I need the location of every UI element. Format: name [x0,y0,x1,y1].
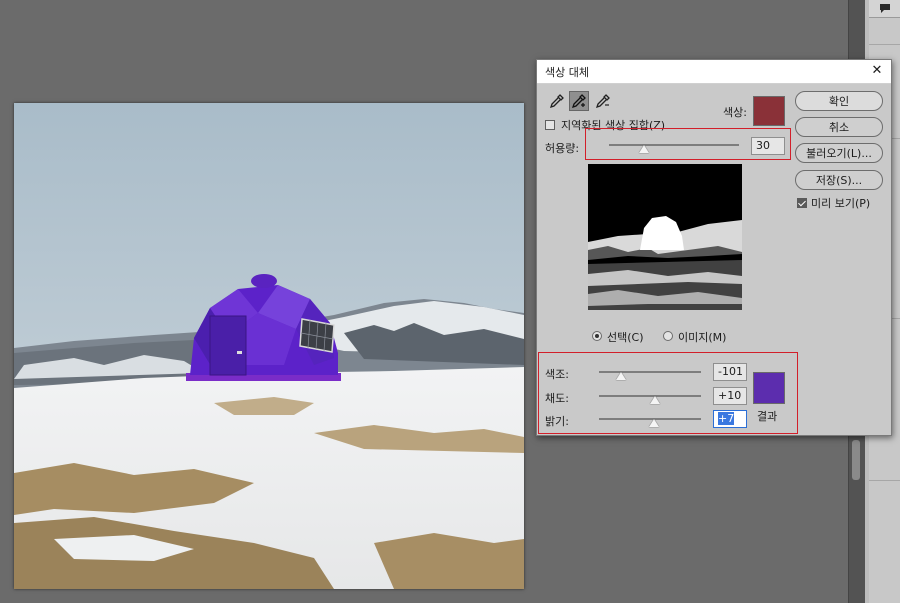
fuzziness-label: 허용량: [545,142,580,155]
speech-bubble-icon [880,4,890,13]
eyedropper-minus-tool[interactable] [593,91,613,111]
eyedropper-tool[interactable] [547,91,567,111]
saturation-value-field[interactable]: +10 [713,387,747,405]
saturation-slider-thumb[interactable] [650,396,661,404]
dialog-titlebar[interactable]: 색상 대체 ✕ [537,60,891,84]
image-radio[interactable] [663,331,673,341]
ok-button[interactable]: 확인 [795,91,883,111]
image-radio-label: 이미지(M) [678,331,727,344]
localized-color-clusters-checkbox[interactable] [545,120,555,130]
preview-label: 미리 보기(P) [811,197,871,210]
hue-label: 색조: [545,368,569,381]
document-canvas[interactable] [14,103,524,589]
comment-panel-button[interactable] [869,0,900,18]
lightness-value-text: +7 [718,412,735,425]
selection-radio-label: 선택(C) [607,331,644,344]
preview-checkbox[interactable] [797,198,807,208]
cancel-button[interactable]: 취소 [795,117,883,137]
lightness-label: 밝기: [545,415,569,428]
lightness-slider-thumb[interactable] [649,419,660,427]
selection-radio[interactable] [592,331,602,341]
replace-color-dialog: 색상 대체 ✕ 색상: 지역화된 색상 집합(Z) 허용량: 30 선택(C) … [536,59,892,436]
eyedropper-plus-icon [572,94,586,108]
fuzziness-value-field[interactable]: 30 [751,137,785,155]
eyedropper-plus-tool[interactable] [569,91,589,111]
color-label: 색상: [723,106,747,119]
save-button[interactable]: 저장(S)... [795,170,883,190]
load-button[interactable]: 불러오기(L)... [795,143,883,163]
fuzziness-slider-track[interactable] [609,144,739,146]
hue-value-field[interactable]: -101 [713,363,747,381]
lightness-value-field[interactable]: +7 [713,410,747,428]
result-label: 결과 [757,410,778,423]
hue-slider-track[interactable] [599,371,701,373]
saturation-label: 채도: [545,392,569,405]
picked-color-swatch[interactable] [753,96,785,126]
selection-mask-preview [588,164,742,310]
hue-slider-thumb[interactable] [616,372,627,380]
panel-scrollbar[interactable] [852,440,860,480]
eyedropper-icon [550,94,564,108]
selection-preview [588,164,742,310]
result-color-swatch[interactable] [753,372,785,404]
close-icon[interactable]: ✕ [869,63,885,79]
fuzziness-slider-thumb[interactable] [639,145,650,153]
eyedropper-minus-icon [596,94,610,108]
landscape-photo [14,103,524,589]
dialog-title: 색상 대체 [545,65,589,79]
